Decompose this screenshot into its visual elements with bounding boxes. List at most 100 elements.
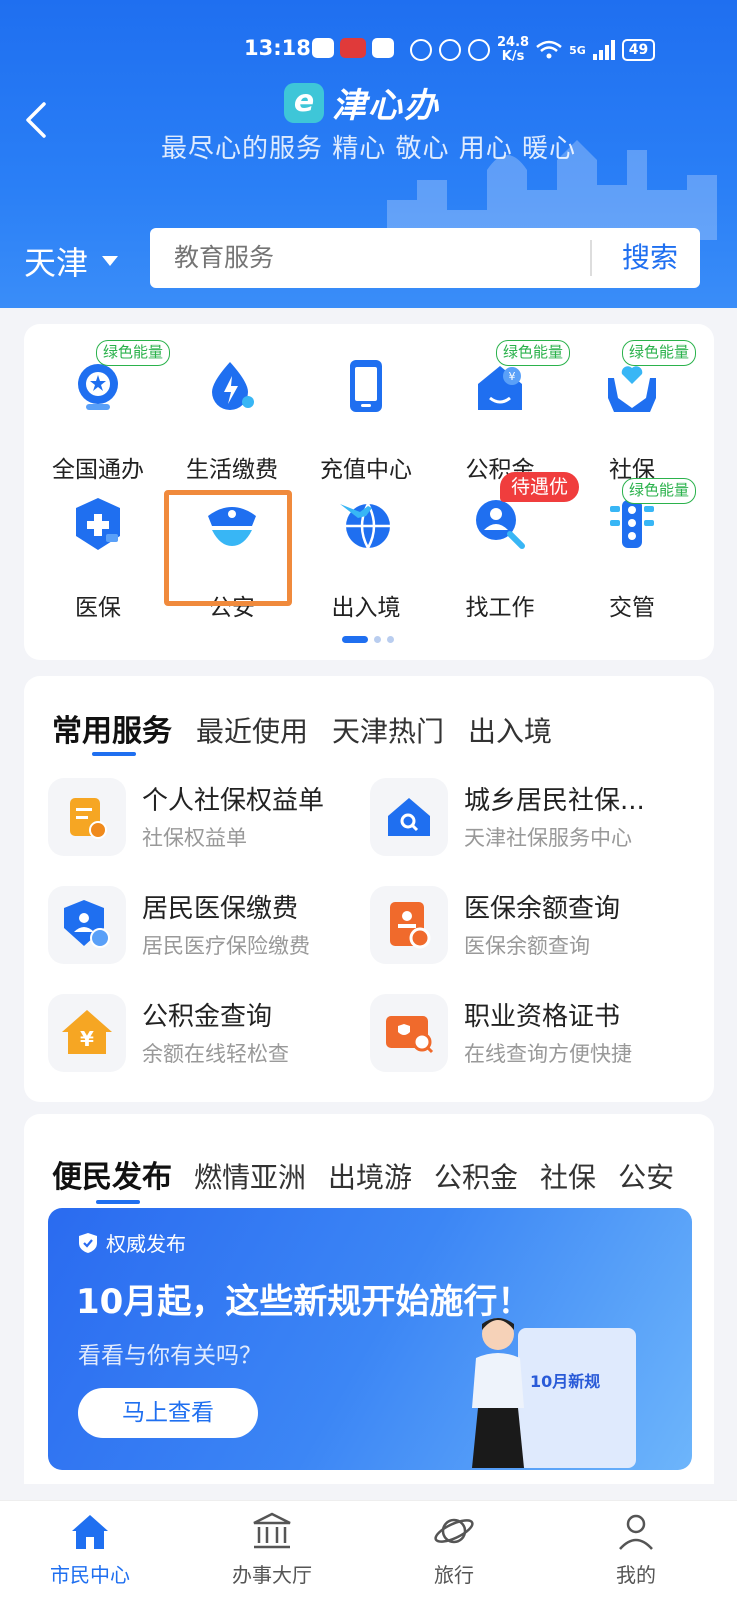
nav-label: 市民中心 bbox=[50, 1563, 130, 1587]
alarm-icon bbox=[439, 39, 461, 61]
phone-icon bbox=[350, 360, 382, 412]
svg-text:¥: ¥ bbox=[80, 1027, 94, 1051]
service-subtitle: 在线查询方便快捷 bbox=[464, 1042, 632, 1066]
tab-police[interactable]: 公安 bbox=[618, 1156, 674, 1196]
card-person-icon bbox=[370, 886, 448, 964]
service-subtitle: 居民医疗保险缴费 bbox=[142, 934, 310, 958]
grid-item-traffic[interactable]: 绿色能量 交管 bbox=[564, 478, 700, 621]
view-now-button[interactable]: 马上查看 bbox=[78, 1388, 258, 1438]
news-banner[interactable]: 权威发布 10月起，这些新规开始施行！ 看看与你有关吗？ 马上查看 10月新规 bbox=[48, 1208, 692, 1470]
chat-bubble-icon bbox=[312, 38, 334, 58]
globe-star-icon bbox=[78, 364, 118, 410]
app-notification-icon bbox=[340, 38, 366, 58]
grid-item-utilities[interactable]: 生活缴费 bbox=[164, 346, 300, 483]
grid-item-recharge[interactable]: 充值中心 bbox=[298, 346, 434, 483]
dropdown-triangle-icon bbox=[102, 256, 119, 266]
news-tabs: 便民发布 燃情亚洲 出境游 公积金 社保 公安 bbox=[52, 1152, 712, 1196]
tab-public-release[interactable]: 便民发布 bbox=[52, 1152, 172, 1196]
grid-item-label: 充值中心 bbox=[320, 457, 412, 483]
announcements-card: 便民发布 燃情亚洲 出境游 公积金 社保 公安 权威发布 10月起，这些新规开始… bbox=[24, 1114, 714, 1484]
person-search-icon bbox=[476, 500, 525, 549]
search-divider bbox=[590, 240, 592, 276]
shield-check-icon bbox=[79, 1232, 97, 1253]
grid-item-nationwide[interactable]: 绿色能量 全国通办 bbox=[30, 340, 171, 483]
plane-globe-icon bbox=[340, 503, 390, 549]
grid-item-label: 全国通办 bbox=[52, 457, 144, 483]
service-item[interactable]: ¥ 公积金查询 余额在线轻松查 bbox=[48, 994, 378, 1074]
service-subtitle: 余额在线轻松查 bbox=[142, 1042, 289, 1066]
traffic-light-icon bbox=[610, 500, 654, 548]
notification-icons bbox=[312, 38, 394, 58]
green-energy-badge: 绿色能量 bbox=[96, 340, 171, 366]
green-energy-badge: 绿色能量 bbox=[496, 340, 571, 366]
quick-services-grid: 绿色能量 全国通办 生活缴费 充值中心 ¥ 绿色能量 公积金 绿色能量 社保 医… bbox=[24, 324, 714, 660]
headphones-icon bbox=[468, 39, 490, 61]
grid-item-social-security[interactable]: 绿色能量 社保 bbox=[564, 340, 700, 483]
nav-service-hall[interactable]: 办事大厅 bbox=[202, 1511, 342, 1588]
user-icon bbox=[619, 1514, 653, 1550]
wifi-icon bbox=[536, 40, 562, 59]
nav-label: 办事大厅 bbox=[232, 1563, 312, 1587]
tab-asian-games[interactable]: 燃情亚洲 bbox=[194, 1156, 306, 1196]
banner-subtitle: 看看与你有关吗？ bbox=[78, 1343, 262, 1369]
green-energy-badge: 绿色能量 bbox=[622, 478, 697, 504]
presenter-illustration bbox=[472, 1318, 524, 1468]
nav-label: 我的 bbox=[616, 1563, 656, 1587]
tab-social-security[interactable]: 社保 bbox=[540, 1156, 596, 1196]
search-input[interactable] bbox=[174, 228, 564, 288]
logo-e-icon: e bbox=[284, 82, 324, 123]
slogan: 最尽心的服务 精心 敬心 用心 暖心 bbox=[160, 134, 577, 164]
nfc-icon bbox=[410, 39, 432, 61]
service-title: 职业资格证书 bbox=[464, 1002, 621, 1032]
service-item[interactable]: 城乡居民社保... 天津社保服务中心 bbox=[370, 778, 700, 858]
search-button[interactable]: 搜索 bbox=[600, 228, 700, 288]
badge-label: 权威发布 bbox=[106, 1232, 186, 1256]
tab-outbound-travel[interactable]: 出境游 bbox=[328, 1156, 412, 1196]
tab-tianjin-popular[interactable]: 天津热门 bbox=[332, 710, 444, 750]
planet-icon bbox=[434, 1518, 474, 1544]
city-name: 天津 bbox=[24, 244, 89, 282]
page-dot-active bbox=[342, 636, 368, 643]
page-dot bbox=[374, 636, 381, 643]
page-dot bbox=[387, 636, 394, 643]
house-yen-icon: ¥ bbox=[478, 366, 522, 410]
tab-recently-used[interactable]: 最近使用 bbox=[196, 710, 308, 750]
service-item[interactable]: 居民医保缴费 居民医疗保险缴费 bbox=[48, 886, 378, 966]
app-header: 13:18 24.8 K/s 5G 49 e 津心办 最尽心的服务 精心 敬心 … bbox=[0, 0, 737, 308]
green-energy-badge: 绿色能量 bbox=[622, 340, 697, 366]
service-title: 个人社保权益单 bbox=[142, 786, 325, 816]
service-item[interactable]: 个人社保权益单 社保权益单 bbox=[48, 778, 378, 858]
service-item[interactable]: 医保余额查询 医保余额查询 bbox=[370, 886, 700, 966]
bottom-navigation: 市民中心 办事大厅 旅行 我的 bbox=[0, 1500, 737, 1600]
home-icon bbox=[72, 1515, 108, 1549]
police-highlight-box bbox=[164, 490, 292, 606]
grid-item-job-search[interactable]: 待遇优 找工作 bbox=[432, 472, 580, 621]
tab-housing-fund[interactable]: 公积金 bbox=[434, 1156, 518, 1196]
nav-citizen-center[interactable]: 市民中心 bbox=[20, 1511, 160, 1588]
nav-mine[interactable]: 我的 bbox=[566, 1511, 706, 1588]
network-speed: 24.8 K/s bbox=[497, 35, 530, 64]
water-drop-bolt-icon bbox=[212, 362, 254, 410]
service-item[interactable]: 职业资格证书 在线查询方便快捷 bbox=[370, 994, 700, 1074]
nav-label: 旅行 bbox=[434, 1563, 474, 1587]
authority-badge: 权威发布 bbox=[78, 1228, 186, 1257]
service-title: 城乡居民社保... bbox=[464, 786, 645, 816]
active-tab-indicator bbox=[92, 752, 136, 756]
bank-building-icon bbox=[253, 1512, 291, 1549]
common-services-card: 常用服务 最近使用 天津热门 出入境 个人社保权益单 社保权益单 城乡居民社保.… bbox=[24, 676, 714, 1102]
city-selector[interactable]: 天津 bbox=[24, 238, 119, 284]
grid-item-label: 医保 bbox=[75, 595, 121, 621]
grid-item-medical-insurance[interactable]: 医保 bbox=[30, 484, 166, 621]
search-bar: 搜索 bbox=[150, 228, 700, 288]
tab-exit-entry[interactable]: 出入境 bbox=[468, 710, 552, 750]
page-indicator bbox=[342, 636, 394, 643]
battery-indicator: 49 bbox=[621, 39, 656, 61]
grid-item-label: 交管 bbox=[609, 595, 655, 621]
grid-item-housing-fund[interactable]: ¥ 绿色能量 公积金 bbox=[432, 340, 571, 483]
tab-common-services[interactable]: 常用服务 bbox=[52, 706, 172, 750]
grid-item-exit-entry[interactable]: 出入境 bbox=[298, 484, 434, 621]
nav-travel[interactable]: 旅行 bbox=[384, 1511, 524, 1588]
certificate-search-icon bbox=[370, 994, 448, 1072]
service-title: 居民医保缴费 bbox=[142, 894, 299, 924]
house-search-icon bbox=[370, 778, 448, 856]
